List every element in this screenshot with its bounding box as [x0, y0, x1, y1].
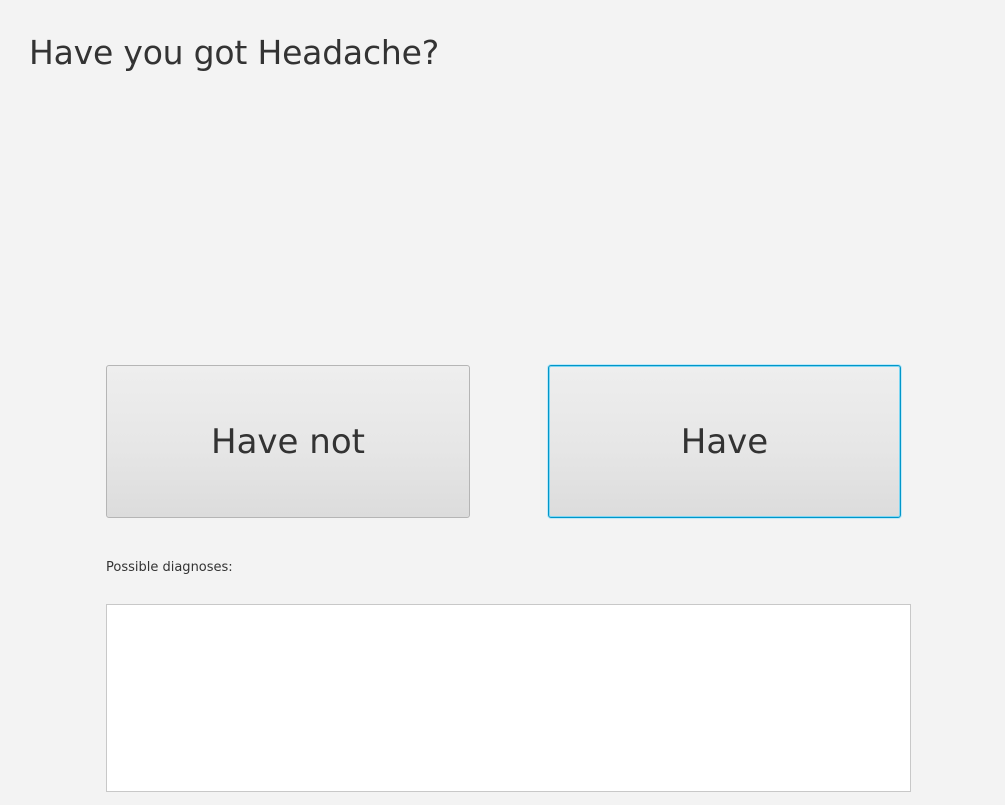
question-title: Have you got Headache?	[29, 33, 440, 72]
have-not-button[interactable]: Have not	[106, 365, 470, 518]
have-button[interactable]: Have	[548, 365, 901, 518]
possible-diagnoses-label: Possible diagnoses:	[106, 560, 233, 575]
possible-diagnoses-textarea[interactable]	[106, 604, 911, 792]
